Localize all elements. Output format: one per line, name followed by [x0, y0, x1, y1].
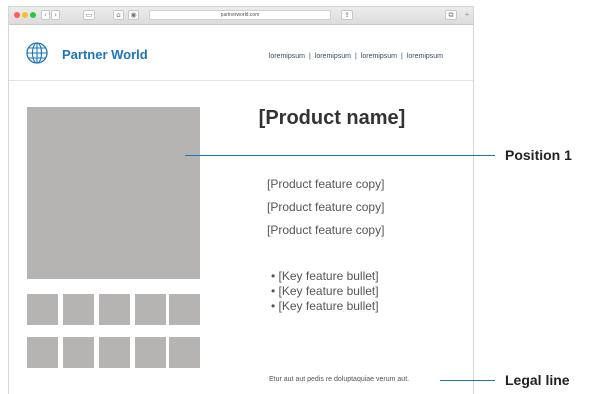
globe-icon[interactable] [26, 42, 48, 64]
position-callout-label: Position 1 [505, 147, 572, 163]
zoom-window-button[interactable] [30, 12, 36, 18]
site-logo-text[interactable]: Partner World [62, 47, 148, 62]
new-tab-icon[interactable]: + [463, 10, 471, 20]
thumbnail-image[interactable] [99, 294, 130, 325]
nav-separator: | [308, 53, 311, 60]
close-window-button[interactable] [14, 12, 20, 18]
key-feature-bullet: • [Key feature bullet] [271, 299, 379, 313]
address-bar[interactable]: partnerworld.com [149, 10, 331, 20]
browser-window: ‹ › ▭ ⌂ ◉ partnerworld.com ⇪ ⧉ + Partner… [8, 6, 474, 394]
thumbnail-image[interactable] [63, 337, 94, 368]
top-nav: loremipsum | loremipsum | loremipsum | loremip… [269, 53, 443, 60]
product-hero-image [27, 107, 200, 279]
nav-separator: | [400, 53, 403, 60]
thumbnail-image[interactable] [135, 294, 166, 325]
key-feature-bullets: • [Key feature bullet] • [Key feature bu… [271, 269, 379, 314]
site-header: Partner World loremipsum | loremipsum | lore… [9, 25, 473, 81]
legal-line: Etur aut aut pedis re doluptaquiae verum… [269, 376, 410, 383]
share-icon[interactable]: ⇪ [341, 10, 353, 20]
thumbnail-image[interactable] [27, 294, 58, 325]
legal-callout-line [440, 380, 495, 381]
privacy-icon[interactable]: ◉ [128, 10, 139, 20]
thumbnail-image[interactable] [99, 337, 130, 368]
minimize-window-button[interactable] [22, 12, 28, 18]
tab-overview-icon[interactable]: ⧉ [445, 10, 457, 20]
nav-separator: | [354, 53, 357, 60]
product-name: [Product name] [258, 107, 406, 129]
position-callout-line [185, 155, 495, 156]
browser-toolbar: ‹ › ▭ ⌂ ◉ partnerworld.com ⇪ ⧉ + [9, 7, 473, 25]
product-feature-copy: [Product feature copy] [267, 223, 385, 237]
sidebar-toggle-icon[interactable]: ▭ [83, 10, 95, 20]
thumbnail-image[interactable] [169, 337, 200, 368]
key-feature-bullet: • [Key feature bullet] [271, 284, 379, 298]
thumbnail-image[interactable] [169, 294, 200, 325]
thumbnail-image[interactable] [135, 337, 166, 368]
forward-button[interactable]: › [51, 10, 60, 20]
nav-link[interactable]: loremipsum [315, 53, 351, 60]
nav-link[interactable]: loremipsum [269, 53, 305, 60]
product-feature-copy: [Product feature copy] [267, 200, 385, 214]
key-feature-bullet: • [Key feature bullet] [271, 269, 379, 283]
home-icon[interactable]: ⌂ [113, 10, 124, 20]
legal-callout-label: Legal line [505, 372, 570, 388]
back-button[interactable]: ‹ [41, 10, 50, 20]
nav-link[interactable]: loremipsum [407, 53, 443, 60]
thumbnail-image[interactable] [27, 337, 58, 368]
nav-link[interactable]: loremipsum [361, 53, 397, 60]
thumbnail-image[interactable] [63, 294, 94, 325]
product-feature-copy: [Product feature copy] [267, 177, 385, 191]
